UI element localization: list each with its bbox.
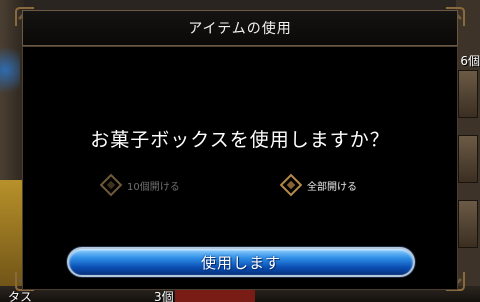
open-ten-label: 10個開ける bbox=[127, 181, 180, 193]
dialog-body: お菓子ボックスを使用しますか？ 10個開ける 全部開ける 使用します bbox=[22, 46, 458, 290]
dialog-title: アイテムの使用 bbox=[188, 21, 292, 37]
dialog-title-bar: アイテムの使用 bbox=[22, 10, 458, 46]
open-all-option[interactable]: 全部開ける bbox=[279, 173, 357, 197]
use-button-label: 使用します bbox=[200, 253, 281, 272]
item-use-dialog: アイテムの使用 お菓子ボックスを使用しますか？ 10個開ける 全部開ける 使用し… bbox=[14, 6, 466, 292]
diamond-bullet-icon bbox=[99, 173, 123, 197]
confirm-question: お菓子ボックスを使用しますか？ bbox=[90, 129, 390, 151]
use-button[interactable]: 使用します bbox=[67, 247, 415, 277]
open-all-label: 全部開ける bbox=[307, 181, 357, 193]
open-ten-option[interactable]: 10個開ける bbox=[99, 173, 180, 197]
diamond-bullet-icon bbox=[279, 173, 303, 197]
